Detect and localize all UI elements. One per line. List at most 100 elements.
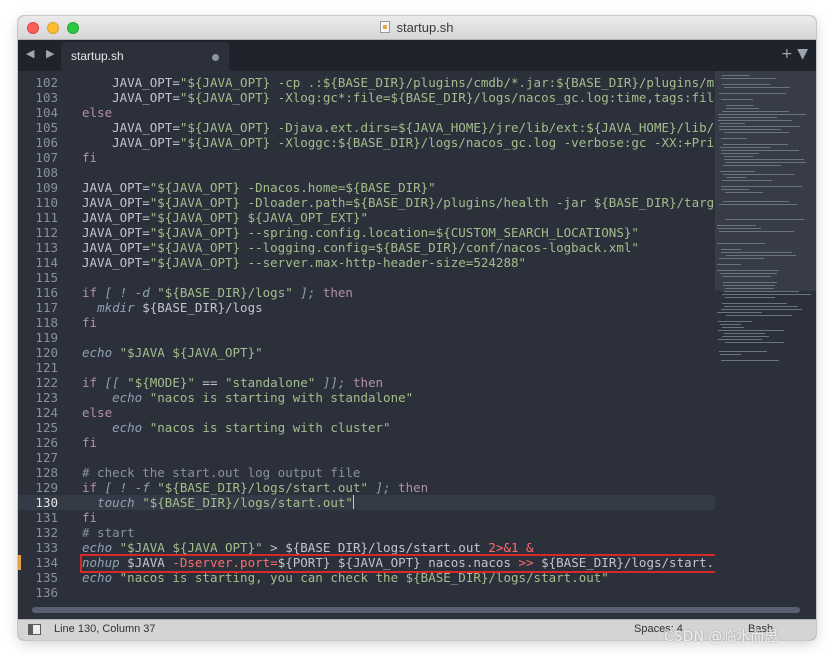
code-line[interactable]: 119 bbox=[18, 330, 718, 345]
watermark: CSDN @临水而思 bbox=[664, 629, 779, 645]
code-line[interactable]: 128 # check the start.out log output file bbox=[18, 465, 718, 480]
code-line[interactable]: 122 if [[ "${MODE}" == "standalone" ]]; t… bbox=[18, 375, 718, 390]
minimap-line bbox=[717, 225, 756, 226]
minimap-line bbox=[722, 303, 787, 304]
line-text[interactable]: echo "$JAVA ${JAVA_OPT}" bbox=[82, 345, 263, 360]
line-number: 108 bbox=[35, 165, 58, 180]
code-line[interactable]: 105 JAVA_OPT="${JAVA_OPT} -Djava.ext.dir… bbox=[18, 120, 718, 135]
unsaved-dot-icon[interactable] bbox=[212, 54, 219, 61]
code-line[interactable]: 112 JAVA_OPT="${JAVA_OPT} --spring.config… bbox=[18, 225, 718, 240]
line-text[interactable]: fi bbox=[82, 150, 97, 165]
horizontal-scrollbar[interactable] bbox=[32, 607, 800, 613]
minimap-line bbox=[724, 306, 798, 307]
line-text[interactable]: JAVA_OPT="${JAVA_OPT} -cp .:${BASE_DIR}/… bbox=[82, 75, 718, 90]
line-text[interactable]: echo "nacos is starting with standalone" bbox=[82, 390, 413, 405]
code-line[interactable]: 102 JAVA_OPT="${JAVA_OPT} -cp .:${BASE_D… bbox=[18, 75, 718, 90]
code-token: "${JAVA_OPT} -Xloggc:${BASE_DIR}/logs/na… bbox=[179, 135, 718, 150]
tab-startup-sh[interactable]: startup.sh bbox=[61, 42, 229, 71]
line-text[interactable]: JAVA_OPT="${JAVA_OPT} -Djava.ext.dirs=${… bbox=[82, 120, 718, 135]
line-text[interactable]: JAVA_OPT="${JAVA_OPT} -Dloader.path=${BA… bbox=[82, 195, 718, 210]
minimap[interactable] bbox=[715, 71, 816, 619]
code-line[interactable]: 130 touch "${BASE_DIR}/logs/start.out" bbox=[18, 495, 718, 510]
line-text[interactable]: JAVA_OPT="${JAVA_OPT} --server.max-http-… bbox=[82, 255, 526, 270]
line-number: 123 bbox=[35, 390, 58, 405]
line-text[interactable]: fi bbox=[82, 510, 97, 525]
code-line[interactable]: 117 mkdir ${BASE_DIR}/logs bbox=[18, 300, 718, 315]
line-number: 125 bbox=[35, 420, 58, 435]
line-text[interactable]: touch "${BASE_DIR}/logs/start.out" bbox=[82, 495, 355, 510]
code-line[interactable]: 124 else bbox=[18, 405, 718, 420]
code-line[interactable]: 115 bbox=[18, 270, 718, 285]
minimap-line bbox=[722, 327, 744, 328]
cursor-position[interactable]: Line 130, Column 37 bbox=[54, 623, 156, 635]
line-text[interactable]: JAVA_OPT="${JAVA_OPT} -Dnacos.home=${BAS… bbox=[82, 180, 436, 195]
code-line[interactable]: 131 fi bbox=[18, 510, 718, 525]
line-text[interactable]: # start bbox=[82, 525, 135, 540]
line-number: 136 bbox=[35, 585, 58, 600]
line-text[interactable]: echo "nacos is starting with cluster" bbox=[82, 420, 390, 435]
line-text[interactable]: JAVA_OPT="${JAVA_OPT} --spring.config.lo… bbox=[82, 225, 639, 240]
minimap-line bbox=[721, 153, 759, 154]
line-text[interactable]: else bbox=[82, 105, 112, 120]
minimap-line bbox=[726, 162, 806, 163]
code-line[interactable]: 111 JAVA_OPT="${JAVA_OPT} ${JAVA_OPT_EXT}… bbox=[18, 210, 718, 225]
new-tab-and-menu-icons[interactable]: + ▼ bbox=[781, 46, 808, 62]
tab-nav-arrows-icon[interactable]: ◀ ▶ bbox=[26, 47, 58, 60]
line-text[interactable]: JAVA_OPT="${JAVA_OPT} -Xlog:gc*:file=${B… bbox=[82, 90, 718, 105]
code-line[interactable]: 132 # start bbox=[18, 525, 718, 540]
minimap-line bbox=[725, 288, 774, 289]
sidebar-toggle-icon[interactable] bbox=[28, 624, 41, 635]
code-line[interactable]: 113 JAVA_OPT="${JAVA_OPT} --logging.confi… bbox=[18, 240, 718, 255]
annotation-highlight-box bbox=[80, 554, 722, 573]
line-text[interactable]: if [ ! -f "${BASE_DIR}/logs/start.out" ]… bbox=[82, 480, 428, 495]
code-line[interactable]: 136 bbox=[18, 585, 718, 600]
line-text[interactable]: fi bbox=[82, 315, 97, 330]
minimap-line bbox=[718, 330, 784, 331]
line-text[interactable]: if [[ "${MODE}" == "standalone" ]]; then bbox=[82, 375, 383, 390]
code-line[interactable]: 120 echo "$JAVA ${JAVA_OPT}" bbox=[18, 345, 718, 360]
code-line[interactable]: 104 else bbox=[18, 105, 718, 120]
code-token: ]; bbox=[292, 285, 323, 300]
line-number: 115 bbox=[35, 270, 58, 285]
code-line[interactable]: 126 fi bbox=[18, 435, 718, 450]
line-text[interactable]: JAVA_OPT="${JAVA_OPT} ${JAVA_OPT_EXT}" bbox=[82, 210, 368, 225]
code-line[interactable]: 125 echo "nacos is starting with cluster… bbox=[18, 420, 718, 435]
line-text[interactable]: else bbox=[82, 405, 112, 420]
line-text[interactable]: fi bbox=[82, 435, 97, 450]
code-token: 2>&1 & bbox=[488, 540, 534, 555]
code-area[interactable]: 102 JAVA_OPT="${JAVA_OPT} -cp .:${BASE_D… bbox=[18, 71, 718, 619]
line-number: 118 bbox=[35, 315, 58, 330]
editor-window: startup.sh ◀ ▶ startup.sh + ▼ 102 JAVA_O… bbox=[18, 16, 816, 640]
code-token: "${BASE_DIR}/logs/start.out" bbox=[157, 480, 368, 495]
code-line[interactable]: 118 fi bbox=[18, 315, 718, 330]
line-text[interactable]: mkdir ${BASE_DIR}/logs bbox=[82, 300, 263, 315]
minimap-line bbox=[721, 150, 799, 151]
code-line[interactable]: 129 if [ ! -f "${BASE_DIR}/logs/start.out… bbox=[18, 480, 718, 495]
code-line[interactable]: 127 bbox=[18, 450, 718, 465]
code-line[interactable]: 133 echo "$JAVA ${JAVA_OPT}" > ${BASE_DIR… bbox=[18, 540, 718, 555]
code-line[interactable]: 121 bbox=[18, 360, 718, 375]
code-line[interactable]: 116 if [ ! -d "${BASE_DIR}/logs" ]; then bbox=[18, 285, 718, 300]
line-text[interactable]: JAVA_OPT="${JAVA_OPT} --logging.config=$… bbox=[82, 240, 639, 255]
code-token: touch bbox=[97, 495, 135, 510]
minimap-line bbox=[718, 114, 806, 115]
code-line[interactable]: 106 JAVA_OPT="${JAVA_OPT} -Xloggc:${BASE… bbox=[18, 135, 718, 150]
code-editor[interactable]: 102 JAVA_OPT="${JAVA_OPT} -cp .:${BASE_D… bbox=[18, 71, 816, 619]
code-line[interactable]: 108 bbox=[18, 165, 718, 180]
code-line[interactable]: 107 fi bbox=[18, 150, 718, 165]
line-text[interactable]: if [ ! -d "${BASE_DIR}/logs" ]; then bbox=[82, 285, 353, 300]
line-text[interactable]: JAVA_OPT="${JAVA_OPT} -Xloggc:${BASE_DIR… bbox=[82, 135, 718, 150]
code-line[interactable]: 109 JAVA_OPT="${JAVA_OPT} -Dnacos.home=${… bbox=[18, 180, 718, 195]
code-line[interactable]: 110 JAVA_OPT="${JAVA_OPT} -Dloader.path=$… bbox=[18, 195, 718, 210]
code-token: "${MODE}" bbox=[127, 375, 195, 390]
line-text[interactable]: echo "$JAVA ${JAVA_OPT}" > ${BASE_DIR}/l… bbox=[82, 540, 534, 555]
minimap-line bbox=[723, 174, 794, 175]
code-line[interactable]: 114 JAVA_OPT="${JAVA_OPT} --server.max-ht… bbox=[18, 255, 718, 270]
line-text[interactable]: # check the start.out log output file bbox=[82, 465, 360, 480]
code-token: JAVA_OPT= bbox=[112, 135, 180, 150]
code-token: JAVA_OPT= bbox=[82, 225, 150, 240]
code-line[interactable]: 123 echo "nacos is starting with standal… bbox=[18, 390, 718, 405]
minimap-line bbox=[721, 138, 747, 139]
code-line[interactable]: 103 JAVA_OPT="${JAVA_OPT} -Xlog:gc*:file… bbox=[18, 90, 718, 105]
